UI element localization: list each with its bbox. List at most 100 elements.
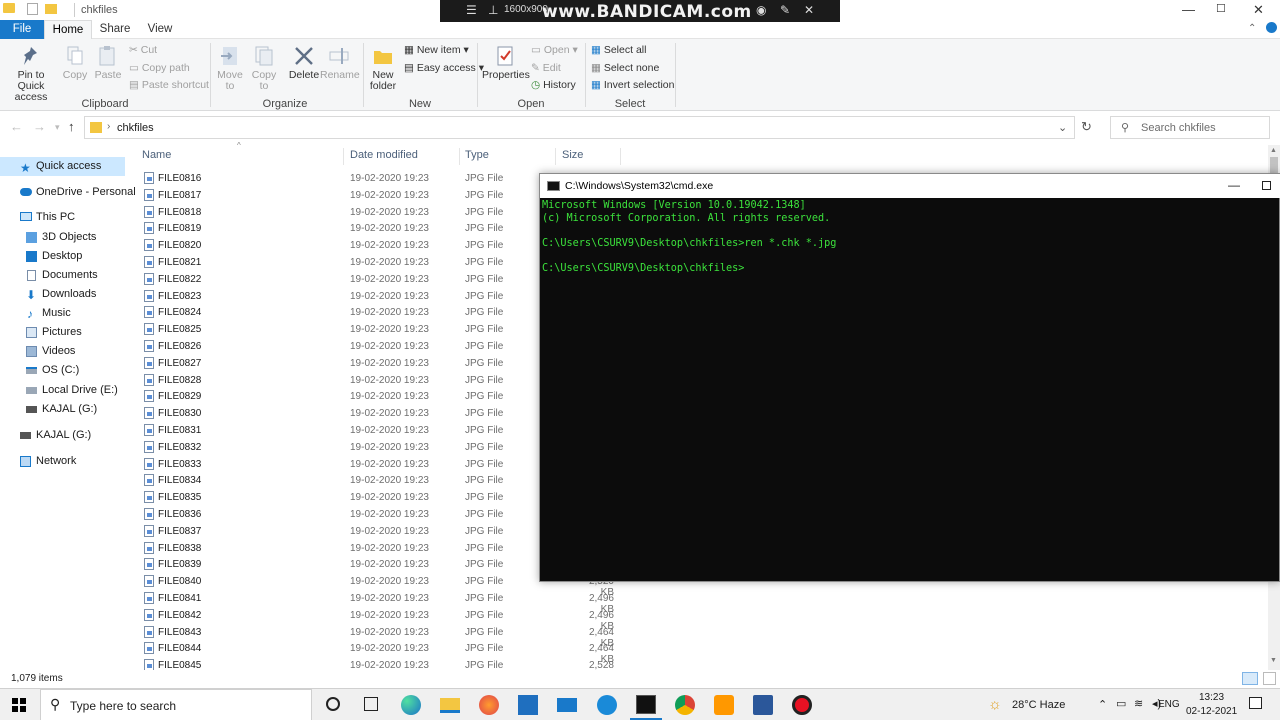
nav-pictures[interactable]: Pictures xyxy=(0,323,125,342)
address-dropdown-icon[interactable]: ⌄ xyxy=(1058,121,1067,134)
up-arrow-icon[interactable]: ↑ xyxy=(68,119,75,134)
camera-icon[interactable]: ◉ xyxy=(756,3,766,17)
refresh-icon[interactable]: ↻ xyxy=(1081,119,1092,135)
easy-access-button[interactable]: ▤ Easy access ▾ xyxy=(404,62,484,74)
column-size[interactable]: Size xyxy=(562,149,583,161)
new-folder-qa-icon[interactable] xyxy=(45,4,57,14)
paste-shortcut-button[interactable]: ▤ Paste shortcut xyxy=(129,79,209,91)
details-view-icon[interactable] xyxy=(1242,672,1258,685)
new-folder-button[interactable]: New folder xyxy=(366,45,400,92)
cmd-title-bar[interactable]: C:\Windows\System32\cmd.exe — xyxy=(540,174,1280,198)
address-path[interactable]: › chkfiles ⌄ xyxy=(84,116,1075,139)
maximize-button[interactable]: ☐ xyxy=(1216,2,1226,15)
weather-icon[interactable]: ☼ xyxy=(988,696,1002,713)
firefox-icon[interactable] xyxy=(479,695,499,715)
delete-button[interactable]: Delete xyxy=(287,45,321,81)
nav-3d-objects[interactable]: 3D Objects xyxy=(0,228,125,247)
notification-icon[interactable] xyxy=(1249,697,1262,709)
task-view-icon[interactable] xyxy=(364,697,378,711)
nav-quick-access[interactable]: ★ Quick access xyxy=(0,157,125,176)
pin-icon[interactable]: ⊥ xyxy=(488,3,498,17)
column-name[interactable]: Name xyxy=(142,149,171,161)
nav-music[interactable]: ♪ Music xyxy=(0,304,125,323)
nav-videos[interactable]: Videos xyxy=(0,342,125,361)
language-indicator[interactable]: ENG xyxy=(1156,699,1180,710)
tab-file[interactable]: File xyxy=(0,20,44,39)
copy-path-button[interactable]: ▭ Copy path xyxy=(129,62,190,74)
tab-view[interactable]: View xyxy=(138,20,182,39)
mail-icon[interactable] xyxy=(557,698,577,712)
help-icon[interactable] xyxy=(1266,22,1277,33)
network-tray-icon[interactable]: ▭ xyxy=(1116,697,1126,710)
file-row[interactable]: FILE0843 19-02-2020 19:23 JPG File 2,464 KB xyxy=(133,624,1268,649)
chrome-icon[interactable] xyxy=(675,695,695,715)
clock-date[interactable]: 02-12-2021 xyxy=(1186,706,1237,717)
pin-to-quick-access-button[interactable]: Pin to Quick access xyxy=(3,45,59,103)
edit-button[interactable]: ✎ Edit xyxy=(531,62,561,74)
file-row[interactable]: FILE0844 19-02-2020 19:23 JPG File 2,464 KB xyxy=(133,640,1268,665)
properties-button[interactable]: Properties xyxy=(482,45,530,81)
nav-kajal-g-root[interactable]: KAJAL (G:) xyxy=(0,426,125,445)
clock-time[interactable]: 13:23 xyxy=(1199,692,1224,703)
properties-qa-icon[interactable] xyxy=(27,3,38,15)
store-icon[interactable] xyxy=(518,695,538,715)
tab-share[interactable]: Share xyxy=(92,20,138,39)
forward-arrow-icon[interactable]: → xyxy=(33,119,46,134)
bandicam-record-icon[interactable] xyxy=(792,695,812,715)
edge-icon[interactable] xyxy=(401,695,421,715)
open-button[interactable]: ▭ Open ▾ xyxy=(531,44,578,56)
close-button[interactable]: ✕ xyxy=(1253,2,1264,18)
nav-os-c[interactable]: OS (C:) xyxy=(0,361,125,380)
new-item-button[interactable]: ▦ New item ▾ xyxy=(404,44,469,56)
cmd-console-output[interactable]: Microsoft Windows [Version 10.0.19042.13… xyxy=(541,198,1279,581)
cortana-icon[interactable] xyxy=(326,697,340,711)
rename-button[interactable]: Rename xyxy=(320,45,360,81)
breadcrumb-chkfiles[interactable]: chkfiles xyxy=(117,122,154,134)
nav-desktop[interactable]: Desktop xyxy=(0,247,125,266)
paste-button[interactable]: Paste xyxy=(93,45,123,81)
nav-network[interactable]: Network xyxy=(0,452,125,471)
recent-chevron-icon[interactable]: ▾ xyxy=(55,122,60,133)
scroll-down-icon[interactable]: ▼ xyxy=(1270,657,1277,664)
large-icons-view-icon[interactable] xyxy=(1263,672,1276,685)
cmd-window[interactable]: C:\Windows\System32\cmd.exe — Microsoft … xyxy=(539,173,1280,582)
cmd-taskbar-icon[interactable] xyxy=(636,695,656,714)
copy-to-button[interactable]: Copy to xyxy=(248,45,280,92)
scroll-up-icon[interactable]: ▲ xyxy=(1270,147,1277,154)
nav-documents[interactable]: Documents xyxy=(0,266,125,285)
windows-start-icon[interactable] xyxy=(12,698,26,712)
column-date-modified[interactable]: Date modified xyxy=(350,149,418,161)
taskbar-search-box[interactable]: ⚲ Type here to search xyxy=(40,689,312,720)
nav-onedrive[interactable]: OneDrive - Personal xyxy=(0,183,136,202)
select-all-button[interactable]: ▦ Select all xyxy=(591,44,646,56)
back-arrow-icon[interactable]: ← xyxy=(10,119,23,134)
close-icon[interactable]: ✕ xyxy=(804,3,814,17)
cmd-minimize-button[interactable]: — xyxy=(1228,178,1240,192)
weather-text[interactable]: 28°C Haze xyxy=(1012,699,1065,711)
minimize-button[interactable]: — xyxy=(1182,2,1195,17)
wifi-icon[interactable]: ≋ xyxy=(1134,697,1143,710)
nav-local-drive-e[interactable]: Local Drive (E:) xyxy=(0,381,125,400)
file-explorer-icon[interactable] xyxy=(440,698,460,713)
nav-kajal-g[interactable]: KAJAL (G:) xyxy=(0,400,125,419)
column-type[interactable]: Type xyxy=(465,149,489,161)
cmd-maximize-button[interactable] xyxy=(1262,181,1271,190)
pencil-icon[interactable]: ✎ xyxy=(780,3,790,17)
nav-this-pc[interactable]: This PC xyxy=(0,208,125,227)
copy-button[interactable]: Copy xyxy=(60,45,90,81)
file-row[interactable]: FILE0842 19-02-2020 19:23 JPG File 2,496 KB xyxy=(133,607,1268,632)
tab-home[interactable]: Home xyxy=(44,20,92,39)
search-box[interactable]: ⚲ Search chkfiles xyxy=(1110,116,1270,139)
chevron-up-icon[interactable]: ⌃ xyxy=(1248,23,1256,34)
cut-button[interactable]: ✂ Cut xyxy=(129,44,157,56)
select-none-button[interactable]: ▦ Select none xyxy=(591,62,659,74)
invert-selection-button[interactable]: ▦ Invert selection xyxy=(591,79,674,91)
move-to-button[interactable]: Move to xyxy=(214,45,246,92)
sublime-text-icon[interactable] xyxy=(714,695,734,715)
word-icon[interactable] xyxy=(753,695,773,715)
nav-downloads[interactable]: ⬇ Downloads xyxy=(0,285,125,304)
history-button[interactable]: ◷ History xyxy=(531,79,576,91)
file-row[interactable]: FILE0841 19-02-2020 19:23 JPG File 2,496 KB xyxy=(133,590,1268,615)
tray-chevron-icon[interactable]: ⌃ xyxy=(1098,698,1107,711)
menu-icon[interactable]: ☰ xyxy=(466,3,477,17)
